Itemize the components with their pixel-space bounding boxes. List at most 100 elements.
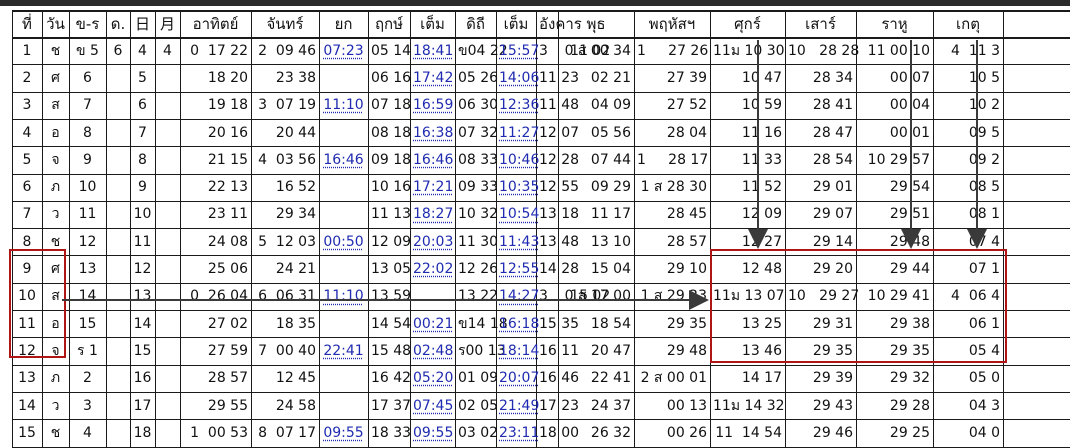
table-cell: ส <box>51 97 60 114</box>
table-cell: 02:48 <box>413 342 454 359</box>
column-divider <box>710 10 711 447</box>
table-cell: ช <box>50 424 61 441</box>
column-header: ข-ร <box>75 14 100 33</box>
table-cell: 8 <box>22 233 32 250</box>
table-cell: 12 28 <box>539 151 580 168</box>
table-cell: 16:46 <box>413 151 454 168</box>
table-cell: 10 29 27 <box>788 288 860 305</box>
table-cell: 11ม 13 07 <box>713 288 785 305</box>
column-divider <box>1003 10 1004 447</box>
column-divider <box>180 10 181 447</box>
column-header: เต็ม <box>420 14 445 33</box>
table-cell: 3 07 19 <box>258 97 316 114</box>
row-divider <box>12 64 1070 66</box>
table-cell: 23 38 <box>275 69 316 86</box>
table-cell: 15:57 <box>499 42 540 59</box>
table-cell: 05 0 <box>968 370 1000 387</box>
table-cell: 5 <box>22 151 32 168</box>
table-cell: 01 09 <box>458 370 499 387</box>
table-cell: 08 33 <box>458 151 499 168</box>
table-cell: 3 11 02 <box>539 42 611 59</box>
table-cell: 09 29 <box>590 179 631 196</box>
table-cell: 9 <box>138 179 147 196</box>
table-cell: 23:11 <box>499 424 540 441</box>
table-cell: 08 5 <box>968 179 1000 196</box>
row-divider <box>12 118 1070 120</box>
table-cell: 10:54 <box>499 206 540 223</box>
column-header: ราหู <box>881 14 908 33</box>
table-cell: 29 48 <box>666 342 707 359</box>
table-cell: 12 09 <box>741 206 782 223</box>
column-header: ฤกษ์ <box>374 14 404 33</box>
table-cell: 11 14 54 <box>715 424 782 441</box>
table-cell: 10 16 <box>371 179 412 196</box>
table-cell: 11 16 <box>741 124 782 141</box>
table-cell: อ <box>51 315 60 332</box>
table-cell: 27 52 <box>666 97 707 114</box>
table-cell: 18 35 <box>275 315 316 332</box>
table-cell: 13 18 <box>539 206 580 223</box>
table-cell: 18:14 <box>499 342 540 359</box>
table-cell: 8 <box>83 124 92 141</box>
table-cell: 6 <box>138 97 147 114</box>
table-cell: 7 <box>22 206 32 223</box>
table-cell: 29 35 <box>889 342 930 359</box>
table-cell: 09:55 <box>323 424 364 441</box>
table-cell: 11 30 <box>458 233 499 250</box>
table-cell: 07 18 <box>371 97 412 114</box>
column-divider <box>130 10 131 447</box>
column-divider <box>106 10 107 447</box>
table-cell: 6 <box>83 69 92 86</box>
table-cell: 16:38 <box>413 124 454 141</box>
column-header: ที่ <box>22 14 32 33</box>
table-cell: 24 37 <box>590 397 631 414</box>
table-cell: 26 32 <box>590 424 631 441</box>
table-cell: ข04 22 <box>458 42 508 59</box>
column-header: 日 <box>134 14 150 33</box>
table-cell: 6 <box>113 42 123 59</box>
table-cell: 28 04 <box>666 124 707 141</box>
table-cell: 29 35 <box>812 342 853 359</box>
table-cell: ส <box>51 288 60 305</box>
column-header: อาทิตย์ <box>192 14 239 33</box>
table-cell: 04 0 <box>968 424 1000 441</box>
table-cell: 28 57 <box>666 233 707 250</box>
table-cell: 02 21 <box>590 69 631 86</box>
table-cell: 15 48 <box>371 342 412 359</box>
table-cell: 11:10 <box>323 288 364 305</box>
table-cell: 18:27 <box>413 206 454 223</box>
table-cell: 29 34 <box>275 206 316 223</box>
row-divider <box>12 173 1070 175</box>
table-cell: 12:36 <box>499 97 540 114</box>
table-cell: 27 39 <box>666 69 707 86</box>
table-cell: 08 1 <box>968 206 1000 223</box>
table-cell: 27 59 <box>207 342 248 359</box>
table-cell: 11:10 <box>323 97 364 114</box>
column-header: จันทร์ <box>266 14 304 33</box>
column-header: ดิถี <box>466 14 485 33</box>
table-cell: 13 <box>18 370 36 387</box>
table-cell: 0 ส 00 34 <box>564 42 631 59</box>
table-cell: 20:03 <box>413 233 454 250</box>
table-cell: 03 02 <box>458 424 499 441</box>
table-cell: 13 25 <box>741 315 782 332</box>
table-cell: 11:27 <box>499 124 540 141</box>
ephemeris-table: ที่ วัน ข-ร ด. 日月 อาทิตย์ จันทร์ ยก ฤกษ์ เต็ม ดิถี… <box>0 0 1070 448</box>
table-cell: 0 26 04 <box>190 288 248 305</box>
table-cell: 5 <box>138 69 147 86</box>
table-cell: 22:41 <box>323 342 364 359</box>
table-cell: 10 47 <box>741 69 782 86</box>
table-cell: 8 07 17 <box>258 424 316 441</box>
table-cell: 11 13 <box>371 206 412 223</box>
table-cell: 07 32 <box>458 124 499 141</box>
column-header: 月 <box>159 14 175 33</box>
table-cell: 18 00 <box>539 424 580 441</box>
table-cell: 14 <box>78 288 97 305</box>
column-divider <box>455 10 456 447</box>
table-cell: 18:41 <box>413 42 454 59</box>
table-cell: 4 11 3 <box>951 42 1000 59</box>
table-cell: 4 <box>83 424 92 441</box>
table-cell: 13 22 <box>458 288 499 305</box>
table-cell: 12 26 <box>458 261 499 278</box>
table-cell: ร00 13 <box>458 342 506 359</box>
